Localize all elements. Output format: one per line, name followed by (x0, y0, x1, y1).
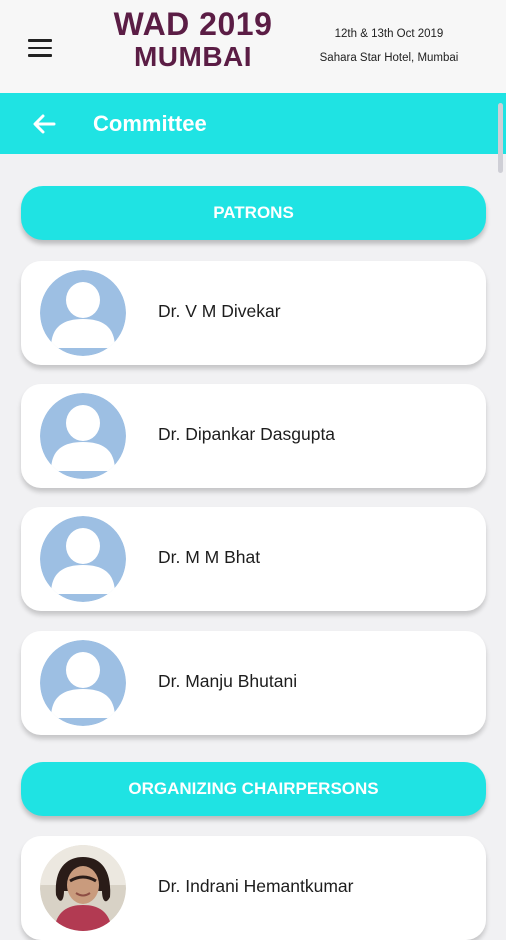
avatar-placeholder-icon (40, 516, 126, 602)
event-meta: 12th & 13th Oct 2019 Sahara Star Hotel, … (296, 22, 482, 70)
back-arrow-icon[interactable] (30, 110, 58, 138)
event-venue: Sahara Star Hotel, Mumbai (319, 52, 459, 64)
member-card[interactable]: Dr. M M Bhat (21, 507, 486, 611)
title-bar: Committee (0, 93, 506, 154)
section-header-patrons[interactable]: PATRONS (21, 186, 486, 240)
member-name: Dr. Dipankar Dasgupta (158, 424, 336, 444)
avatar-placeholder-icon (40, 393, 126, 479)
section-header-organizing-chairpersons[interactable]: ORGANIZING CHAIRPERSONS (21, 762, 486, 816)
avatar-photo (40, 845, 126, 931)
event-date: 12th & 13th Oct 2019 (334, 28, 444, 40)
member-card[interactable]: Dr. Indrani Hemantkumar (21, 836, 486, 940)
member-name: Dr. Indrani Hemantkumar (158, 876, 354, 896)
member-card[interactable]: Dr. Dipankar Dasgupta (21, 384, 486, 488)
member-name: Dr. V M Divekar (158, 301, 281, 321)
member-name: Dr. Manju Bhutani (158, 671, 298, 691)
hamburger-menu-icon[interactable] (28, 39, 52, 57)
member-card[interactable]: Dr. V M Divekar (21, 261, 486, 365)
event-title: WAD 2019 MUMBAI (100, 2, 286, 71)
avatar-placeholder-icon (40, 640, 126, 726)
scrollbar-thumb[interactable] (498, 103, 503, 173)
event-title-line2: MUMBAI (133, 41, 253, 72)
member-card[interactable]: Dr. Manju Bhutani (21, 631, 486, 735)
avatar-placeholder-icon (40, 270, 126, 356)
event-title-line1: WAD 2019 (113, 6, 273, 42)
member-name: Dr. M M Bhat (158, 547, 261, 567)
app-header: WAD 2019 MUMBAI 12th & 13th Oct 2019 Sah… (0, 0, 506, 93)
screen-title: Committee (93, 111, 207, 136)
